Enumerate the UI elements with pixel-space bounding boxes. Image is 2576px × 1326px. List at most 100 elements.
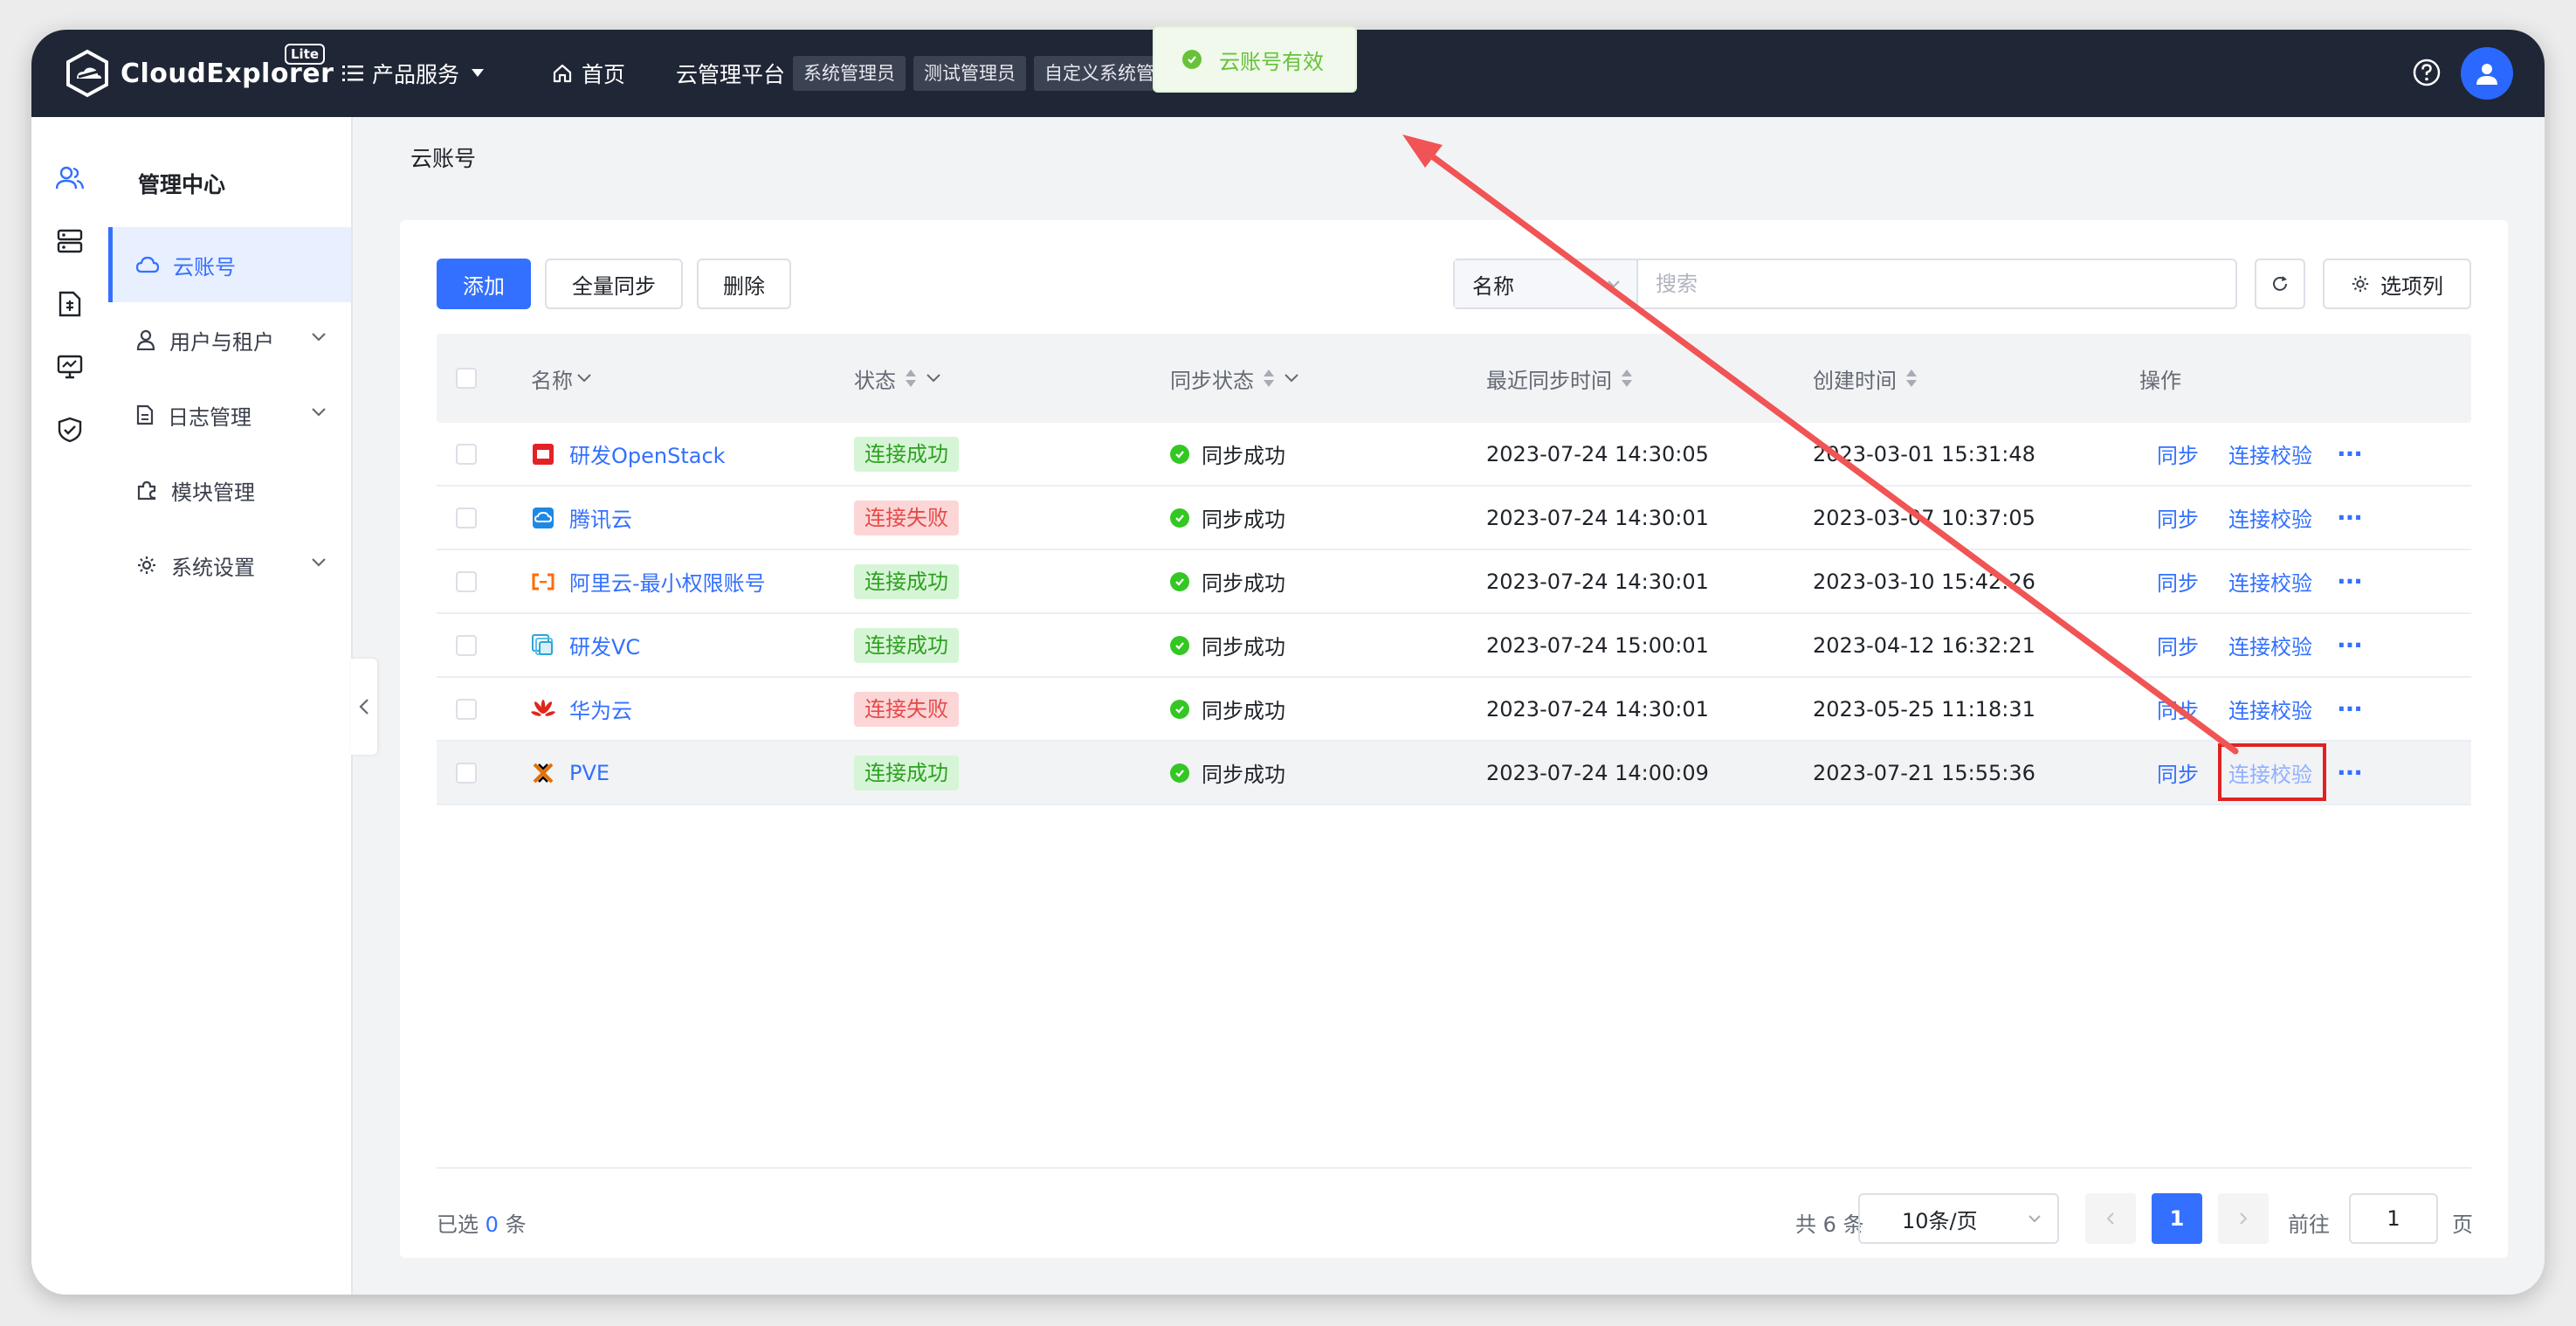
rail-security[interactable] (54, 414, 86, 445)
sync-status-label: 同步成功 (1202, 763, 1285, 787)
sync-all-button[interactable]: 全量同步 (545, 259, 683, 309)
vmware-icon (531, 633, 555, 658)
account-name: 华为云 (569, 699, 632, 723)
column-header-label: 名称 (531, 368, 573, 393)
sync-action-link[interactable]: 同步 (2157, 439, 2199, 469)
more-actions-icon[interactable]: ··· (2337, 567, 2363, 596)
select-all-cell (456, 334, 477, 423)
page-size-value: 10条/页 (1902, 1208, 1978, 1233)
account-name-link[interactable]: 华为云 (531, 678, 632, 740)
chevron-down-icon (312, 558, 326, 567)
table-header: 名称 状态 同步状态 最近同步时间 创建时间 操作 (437, 334, 2471, 423)
last-sync-time: 2023-07-24 14:30:01 (1486, 569, 1709, 594)
question-circle-icon[interactable] (2412, 58, 2442, 87)
more-actions-icon[interactable]: ··· (2337, 503, 2363, 532)
column-header-label: 最近同步时间 (1486, 368, 1612, 393)
selected-count: 0 (485, 1212, 499, 1237)
last-sync-time: 2023-07-24 14:00:09 (1486, 760, 1709, 785)
check-circle-icon (1182, 50, 1202, 69)
column-header-created[interactable]: 创建时间 (1813, 334, 1918, 423)
sidebar-item-modules[interactable]: 模块管理 (108, 452, 351, 528)
sidebar-collapse-toggle[interactable] (351, 659, 377, 755)
log-icon (136, 404, 154, 425)
status-badge: 连接成功 (854, 627, 959, 663)
row-checkbox[interactable] (456, 762, 477, 784)
more-actions-icon[interactable]: ··· (2337, 758, 2363, 787)
more-actions-icon[interactable]: ··· (2337, 631, 2363, 660)
verify-connection-link[interactable]: 连接校验 (2228, 439, 2312, 469)
column-settings-button[interactable]: 选项列 (2323, 259, 2471, 309)
sidebar-item-settings[interactable]: 系统设置 (108, 528, 351, 603)
verify-connection-link[interactable]: 连接校验 (2228, 566, 2312, 597)
sidebar-item-cloud-accounts[interactable]: 云账号 (108, 227, 351, 302)
cloud-account-table: 名称 状态 同步状态 最近同步时间 创建时间 操作 研发OpenStack 连接… (437, 334, 2471, 805)
column-header-sync-status[interactable]: 同步状态 (1170, 334, 1299, 423)
account-name-link[interactable]: 研发OpenStack (531, 423, 726, 485)
tencent-cloud-icon (531, 506, 555, 530)
sidebar-item-logs[interactable]: 日志管理 (108, 377, 351, 452)
rail-users[interactable] (54, 162, 86, 194)
aliyun-icon (531, 570, 555, 594)
account-name-link[interactable]: 阿里云-最小权限账号 (531, 550, 766, 612)
row-checkbox[interactable] (456, 443, 477, 465)
column-header-last-sync[interactable]: 最近同步时间 (1486, 334, 1633, 423)
search-group: 名称 (1453, 259, 2237, 309)
sidebar-item-label: 模块管理 (171, 480, 255, 505)
search-field-select[interactable]: 名称 (1455, 260, 1638, 307)
sync-action-link[interactable]: 同步 (2157, 757, 2199, 788)
role-tag-sys-admin[interactable]: 系统管理员 (793, 56, 906, 91)
home-icon (553, 64, 572, 83)
verify-connection-link[interactable]: 连接校验 (2228, 630, 2312, 660)
page-number-current[interactable]: 1 (2152, 1193, 2202, 1244)
list-icon (342, 66, 363, 81)
goto-page-input[interactable] (2349, 1193, 2438, 1244)
role-tag-test-admin[interactable]: 测试管理员 (913, 56, 1026, 91)
row-checkbox[interactable] (456, 507, 477, 528)
app-logo[interactable]: CloudExplorer Lite (63, 44, 334, 101)
sync-action-link[interactable]: 同步 (2157, 502, 2199, 533)
home-link[interactable]: 首页 (552, 56, 625, 91)
row-checkbox[interactable] (456, 698, 477, 720)
cloud-logo-icon (66, 49, 108, 98)
delete-button[interactable]: 删除 (697, 259, 791, 309)
select-all-checkbox[interactable] (456, 368, 477, 389)
row-checkbox[interactable] (456, 634, 477, 656)
rail-documents[interactable] (54, 288, 86, 320)
column-header-status[interactable]: 状态 (854, 334, 941, 423)
row-checkbox[interactable] (456, 570, 477, 592)
refresh-button[interactable] (2255, 259, 2305, 309)
rail-resources[interactable] (54, 225, 86, 257)
table-row: 研发OpenStack 连接成功 同步成功 2023-07-24 14:30:0… (437, 423, 2471, 487)
sync-action-link[interactable]: 同步 (2157, 630, 2199, 660)
add-button[interactable]: 添加 (437, 259, 531, 309)
verify-connection-link[interactable]: 连接校验 (2228, 502, 2312, 533)
account-name-link[interactable]: 腾讯云 (531, 487, 632, 549)
column-header-label: 状态 (854, 368, 896, 393)
sidebar-item-label: 日志管理 (168, 404, 251, 430)
next-page-button[interactable] (2218, 1193, 2269, 1244)
sidebar-item-users-tenants[interactable]: 用户与租户 (108, 302, 351, 377)
more-actions-icon[interactable]: ··· (2337, 439, 2363, 468)
sync-status: 同步成功 (1170, 487, 1285, 549)
prev-page-button[interactable] (2085, 1193, 2136, 1244)
account-name-link[interactable]: PVE (531, 742, 610, 804)
sync-action-link[interactable]: 同步 (2157, 566, 2199, 597)
check-circle-icon (1170, 444, 1189, 464)
products-menu[interactable]: 产品服务 (342, 56, 492, 91)
column-header-name[interactable]: 名称 (531, 334, 592, 423)
document-icon (59, 291, 81, 317)
sync-action-link[interactable]: 同步 (2157, 694, 2199, 724)
rail-monitor[interactable] (54, 351, 86, 383)
table-row: PVE 连接成功 同步成功 2023-07-24 14:00:09 2023-0… (437, 742, 2471, 805)
page-size-select[interactable]: 10条/页 (1858, 1193, 2059, 1244)
search-input[interactable] (1638, 260, 2235, 307)
platform-label: 云管理平台 (676, 62, 786, 87)
user-icon (2476, 64, 2497, 85)
created-time: 2023-03-01 15:31:48 (1813, 441, 2035, 466)
verify-connection-link[interactable]: 连接校验 (2228, 694, 2312, 724)
column-header-label: 操作 (2139, 368, 2181, 393)
user-avatar[interactable] (2461, 47, 2513, 100)
cloud-icon (136, 256, 159, 273)
account-name-link[interactable]: 研发VC (531, 614, 640, 676)
more-actions-icon[interactable]: ··· (2337, 694, 2363, 723)
